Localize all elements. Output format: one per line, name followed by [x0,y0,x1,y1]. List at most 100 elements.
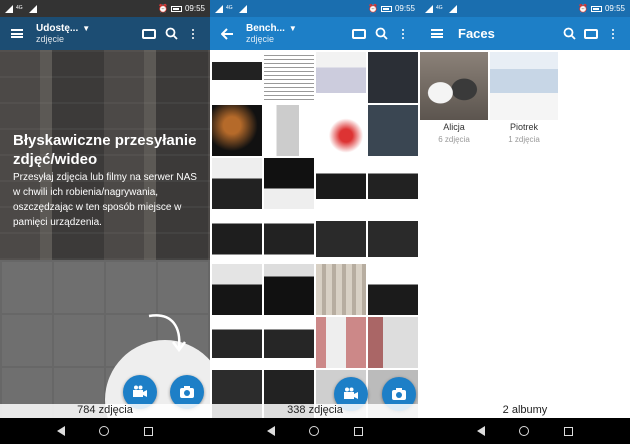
wifi-icon [239,4,247,13]
camera-icon [392,388,406,400]
photo-count: 784 zdjęcia [0,404,210,418]
cast-icon[interactable] [580,23,602,45]
cast-icon[interactable] [138,23,160,45]
photo-thumbnail[interactable] [368,105,418,156]
photo-thumbnail[interactable] [316,211,366,262]
album-count: 2 albumy [420,404,630,418]
search-icon[interactable] [370,23,392,45]
menu-icon[interactable] [426,23,448,45]
signal-icon [425,4,433,13]
album-title: Bench... [246,23,285,34]
system-nav-bar [420,418,630,444]
photo-thumbnail[interactable] [264,211,314,262]
status-time: 09:55 [184,4,205,13]
panel-upload-intro: 4G ⏰ 09:55 Udostę... ▼ zdjęcie Błyskawicz… [0,0,210,444]
face-thumbnail [420,52,488,120]
faces-list: Alicja 6 zdjęcia Piotrek 1 zdjęcia [420,50,630,418]
wifi-icon [29,4,37,13]
photo-thumbnail[interactable] [316,52,366,103]
album-subtitle: zdjęcie [246,34,275,44]
photo-thumbnail[interactable] [368,264,418,315]
more-vert-icon[interactable] [392,23,414,45]
photo-thumbnail[interactable] [212,317,262,368]
alarm-icon: ⏰ [368,4,378,13]
video-camera-icon [133,385,147,397]
wifi-icon [449,4,457,13]
photo-thumbnail[interactable] [368,158,418,209]
cast-icon[interactable] [348,23,370,45]
more-vert-icon[interactable] [602,23,624,45]
back-arrow-icon[interactable] [216,23,238,45]
more-vert-icon[interactable] [182,23,204,45]
face-name: Alicja [443,122,465,132]
photo-thumbnail[interactable] [368,211,418,262]
nav-recents-icon[interactable] [563,426,573,436]
nav-home-icon[interactable] [99,426,110,436]
photo-thumbnail[interactable] [316,158,366,209]
photo-count: 338 zdjęcia [210,404,420,418]
album-subtitle: zdjęcie [36,34,65,44]
status-time: 09:55 [394,4,415,13]
system-nav-bar [210,418,420,444]
signal-icon [5,4,13,13]
search-icon[interactable] [160,23,182,45]
photo-thumbnail[interactable] [316,264,366,315]
album-title: Udostę... [36,23,79,34]
face-thumbnail [490,52,558,120]
photo-grid [210,50,420,418]
chevron-down-icon: ▼ [288,24,297,33]
nav-home-icon[interactable] [309,426,320,436]
camera-icon [180,386,194,398]
face-name: Piotrek [509,122,538,132]
photo-thumbnail[interactable] [368,52,418,103]
search-icon[interactable] [558,23,580,45]
photo-thumbnail[interactable] [316,317,366,368]
photo-thumbnail[interactable] [212,264,262,315]
photo-thumbnail[interactable] [264,105,314,156]
photo-thumbnail[interactable] [264,52,314,103]
nav-back-icon[interactable] [57,426,66,436]
album-selector[interactable]: Bench... ▼ zdjęcie [238,23,348,44]
photo-thumbnail[interactable] [264,264,314,315]
face-album[interactable]: Piotrek 1 zdjęcia [490,52,558,144]
curved-arrow-icon [148,314,186,353]
photo-thumbnail[interactable] [212,211,262,262]
album-selector[interactable]: Udostę... ▼ zdjęcie [28,23,138,44]
face-album[interactable]: Alicja 6 zdjęcia [420,52,488,144]
photo-thumbnail[interactable] [212,52,262,103]
signal-icon [215,4,223,13]
face-count: 1 zdjęcia [508,135,540,144]
panel-album-photos: 4G ⏰ 09:55 Bench... ▼ zdjęcie 338 zdjęci… [210,0,420,444]
nav-recents-icon[interactable] [143,426,153,436]
status-bar: 4G ⏰ 09:55 [210,0,420,17]
nav-back-icon[interactable] [267,426,276,436]
intro-title: Błyskawiczne przesyłanie zdjęć/wideo [13,132,197,168]
photo-thumbnail[interactable] [212,158,262,209]
network-speed: 4G [436,5,443,11]
app-bar: Faces [420,17,630,50]
nav-home-icon[interactable] [519,426,530,436]
nav-back-icon[interactable] [477,426,486,436]
menu-icon[interactable] [6,23,28,45]
system-nav-bar [0,418,210,444]
battery-icon [380,5,392,12]
chevron-down-icon: ▼ [82,24,91,33]
panel-faces: 4G ⏰ 09:55 Faces Alicja 6 zdjęcia Piotre… [420,0,630,444]
photo-thumbnail[interactable] [264,317,314,368]
photo-thumbnail[interactable] [316,105,366,156]
face-count: 6 zdjęcia [438,135,470,144]
battery-icon [170,5,182,12]
photo-thumbnail[interactable] [368,317,418,368]
status-time: 09:55 [604,4,625,13]
alarm-icon: ⏰ [578,4,588,13]
status-bar: 4G ⏰ 09:55 [420,0,630,17]
photo-thumbnail[interactable] [212,105,262,156]
alarm-icon: ⏰ [158,4,168,13]
nav-recents-icon[interactable] [353,426,363,436]
photo-thumbnail[interactable] [264,158,314,209]
status-bar: 4G ⏰ 09:55 [0,0,210,17]
battery-icon [590,5,602,12]
app-bar: Bench... ▼ zdjęcie [210,17,420,50]
app-bar: Udostę... ▼ zdjęcie [0,17,210,50]
intro-body: Przesyłaj zdjęcia lub filmy na serwer NA… [13,172,197,228]
